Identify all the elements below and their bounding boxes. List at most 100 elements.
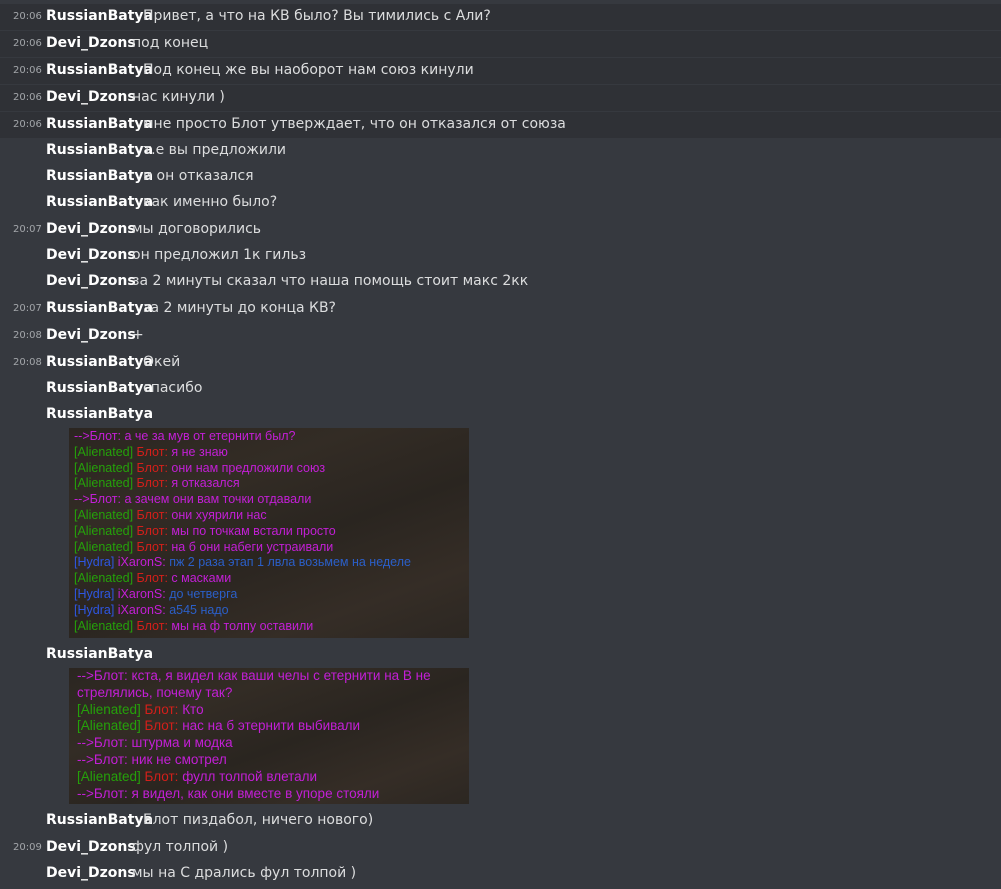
message-row[interactable]: 20:07 RussianBatya за 2 минуты до конца … (0, 296, 1001, 322)
message-row[interactable]: RussianBatya и он отказался (0, 164, 1001, 190)
message-row[interactable]: 20:06 RussianBatya Привет, а что на КВ б… (0, 4, 1001, 30)
game-chat-line: [Alienated] Блот: мы по точкам встали пр… (69, 524, 469, 540)
author-name[interactable]: Devi_Dzons (46, 221, 136, 237)
game-chat-segment: [Hydra] (74, 555, 118, 570)
game-chat-line: [Alienated] Блот: я отказался (69, 476, 469, 492)
message-text: и он отказался (143, 168, 254, 184)
message-row[interactable]: 20:06 RussianBatya мне просто Блот утвер… (0, 112, 1001, 138)
timestamp: 20:06 (13, 11, 42, 22)
message-text: фул толпой ) (132, 839, 229, 855)
author-name[interactable]: Devi_Dzons (46, 865, 136, 881)
game-chat-line: [Hydra] iXaronS: до четверга (69, 587, 469, 603)
game-chat-segment: Блот: (136, 444, 172, 459)
game-chat-segment: с масками (171, 571, 232, 586)
game-chat-segment: [Alienated] (74, 476, 137, 491)
message-row[interactable]: Devi_Dzons он предложил 1к гильз (0, 243, 1001, 269)
game-chat-segment: мы по точкам встали просто (171, 523, 336, 538)
message-row[interactable]: 20:06 Devi_Dzons нас кинули ) (0, 85, 1001, 111)
timestamp: 20:06 (13, 38, 42, 49)
message-text: за 2 минуты до конца КВ? (143, 300, 336, 316)
game-chat-segment: я отказался (171, 476, 240, 491)
message-text: + (132, 327, 144, 343)
message-text: Привет, а что на КВ было? Вы тимились с … (143, 8, 491, 24)
message-text: спасибо (143, 380, 203, 396)
game-chat-segment: [Alienated] (74, 571, 137, 586)
author-name[interactable]: RussianBatya (46, 194, 153, 210)
game-chat-segment: iXaronS: (117, 586, 170, 601)
game-chat-line: [Alienated] Блот: они хуярили нас (69, 508, 469, 524)
game-chat-segment: [Alienated] (74, 539, 137, 554)
game-chat-segment: -->Блот: я видел, как они вместе в упоре… (77, 785, 380, 801)
message-row[interactable]: RussianBatya т.е вы предложили (0, 138, 1001, 164)
author-name[interactable]: RussianBatya (46, 116, 153, 132)
game-chat-segment: нас на б этернити выбивали (182, 718, 361, 734)
message-text: под конец (132, 35, 209, 51)
game-chat-segment: фулл толпой влетали (182, 768, 318, 784)
author-name[interactable]: Devi_Dzons (46, 35, 136, 51)
author-name[interactable]: RussianBatya (46, 406, 153, 422)
author-name[interactable]: RussianBatya (46, 812, 153, 828)
message-row[interactable]: Devi_Dzons мы на С дрались фул толпой ) (0, 861, 1001, 887)
message-row[interactable]: 20:09 Devi_Dzons фул толпой ) (0, 835, 1001, 861)
game-chat-segment: [Hydra] (74, 586, 118, 601)
game-chat-line: -->Блот: а зачем они вам точки отдавали (69, 492, 469, 508)
message-text: т.е вы предложили (143, 142, 287, 158)
timestamp: 20:07 (13, 224, 42, 235)
message-row[interactable]: RussianBatya как именно было? (0, 190, 1001, 216)
game-chat-line: [Alienated] Блот: фулл толпой влетали (69, 769, 469, 786)
message-row[interactable]: 20:07 Devi_Dzons мы договорились (0, 217, 1001, 243)
game-chat-line: [Alienated] Блот: я не знаю (69, 445, 469, 461)
message-text: мне просто Блот утверждает, что он отказ… (143, 116, 566, 132)
message-text: Под конец же вы наоборот нам союз кинули (143, 62, 474, 78)
game-chat-line: [Hydra] iXaronS: a545 надо (69, 603, 469, 619)
game-chat-segment: -->Блот: а зачем они вам точки отдавали (74, 492, 312, 507)
game-chat-segment: стрелялись, почему так? (77, 684, 233, 700)
message-row[interactable]: RussianBatya (0, 642, 1001, 668)
game-chat-segment: -->Блот: а че за мув от етернити был? (74, 429, 296, 443)
game-chat-segment: Блот: (144, 718, 183, 734)
message-row[interactable]: RussianBatya (0, 402, 1001, 428)
message-row[interactable]: RussianBatya спасибо (0, 376, 1001, 402)
game-chat-segment: Блот: (136, 523, 172, 538)
game-chat-segment: iXaronS: (117, 555, 170, 570)
author-name[interactable]: RussianBatya (46, 300, 153, 316)
message-row[interactable]: 20:06 RussianBatya Под конец же вы наобо… (0, 58, 1001, 84)
author-name[interactable]: RussianBatya (46, 168, 153, 184)
author-name[interactable]: Devi_Dzons (46, 247, 136, 263)
author-name[interactable]: Devi_Dzons (46, 273, 136, 289)
game-chat-line: [Alienated] Блот: с масками (69, 571, 469, 587)
timestamp: 20:07 (13, 303, 42, 314)
author-name[interactable]: Devi_Dzons (46, 327, 136, 343)
game-chat-line: [Alienated] Блот: на б они набеги устраи… (69, 540, 469, 556)
message-text: Блот пиздабол, ничего нового) (143, 812, 374, 828)
game-chat-segment: [Alienated] (74, 523, 137, 538)
game-chat-line: -->Блот: кста, я видел как ваши челы с е… (69, 668, 469, 685)
image-attachment[interactable]: -->Блот: кста, я видел как ваши челы с е… (69, 668, 469, 804)
message-row[interactable]: 20:08 Devi_Dzons + (0, 323, 1001, 349)
author-name[interactable]: RussianBatya (46, 62, 153, 78)
game-chat-segment: Блот: (136, 571, 172, 586)
game-chat-segment: -->Блот: кста, я видел как ваши челы с е… (77, 668, 431, 683)
game-chat-segment: они нам предложили союз (171, 460, 326, 475)
author-name[interactable]: RussianBatya (46, 380, 153, 396)
author-name[interactable]: RussianBatya (46, 646, 153, 662)
game-chat-line: -->Блот: ник не смотрел (69, 752, 469, 769)
author-name[interactable]: RussianBatya (46, 354, 153, 370)
message-row[interactable]: RussianBatya Блот пиздабол, ничего новог… (0, 808, 1001, 834)
game-chat-segment: a545 надо (169, 602, 229, 617)
author-name[interactable]: Devi_Dzons (46, 839, 136, 855)
game-chat-segment: Блот: (136, 507, 172, 522)
game-chat-line: [Alienated] Блот: они нам предложили сою… (69, 461, 469, 477)
image-attachment[interactable]: -->Блот: а че за мув от етернити был? [Al… (69, 428, 469, 638)
author-name[interactable]: RussianBatya (46, 142, 153, 158)
message-text: он предложил 1к гильз (132, 247, 307, 263)
message-row[interactable]: 20:08 RussianBatya Окей (0, 350, 1001, 376)
timestamp: 20:08 (13, 330, 42, 341)
message-text: мы договорились (132, 221, 262, 237)
message-text: как именно было? (143, 194, 278, 210)
author-name[interactable]: RussianBatya (46, 8, 153, 24)
game-chat-segment: пж 2 раза этап 1 лвла возьмем на неделе (169, 555, 411, 570)
author-name[interactable]: Devi_Dzons (46, 89, 136, 105)
message-row[interactable]: Devi_Dzons за 2 минуты сказал что наша п… (0, 269, 1001, 295)
message-row[interactable]: 20:06 Devi_Dzons под конец (0, 31, 1001, 57)
